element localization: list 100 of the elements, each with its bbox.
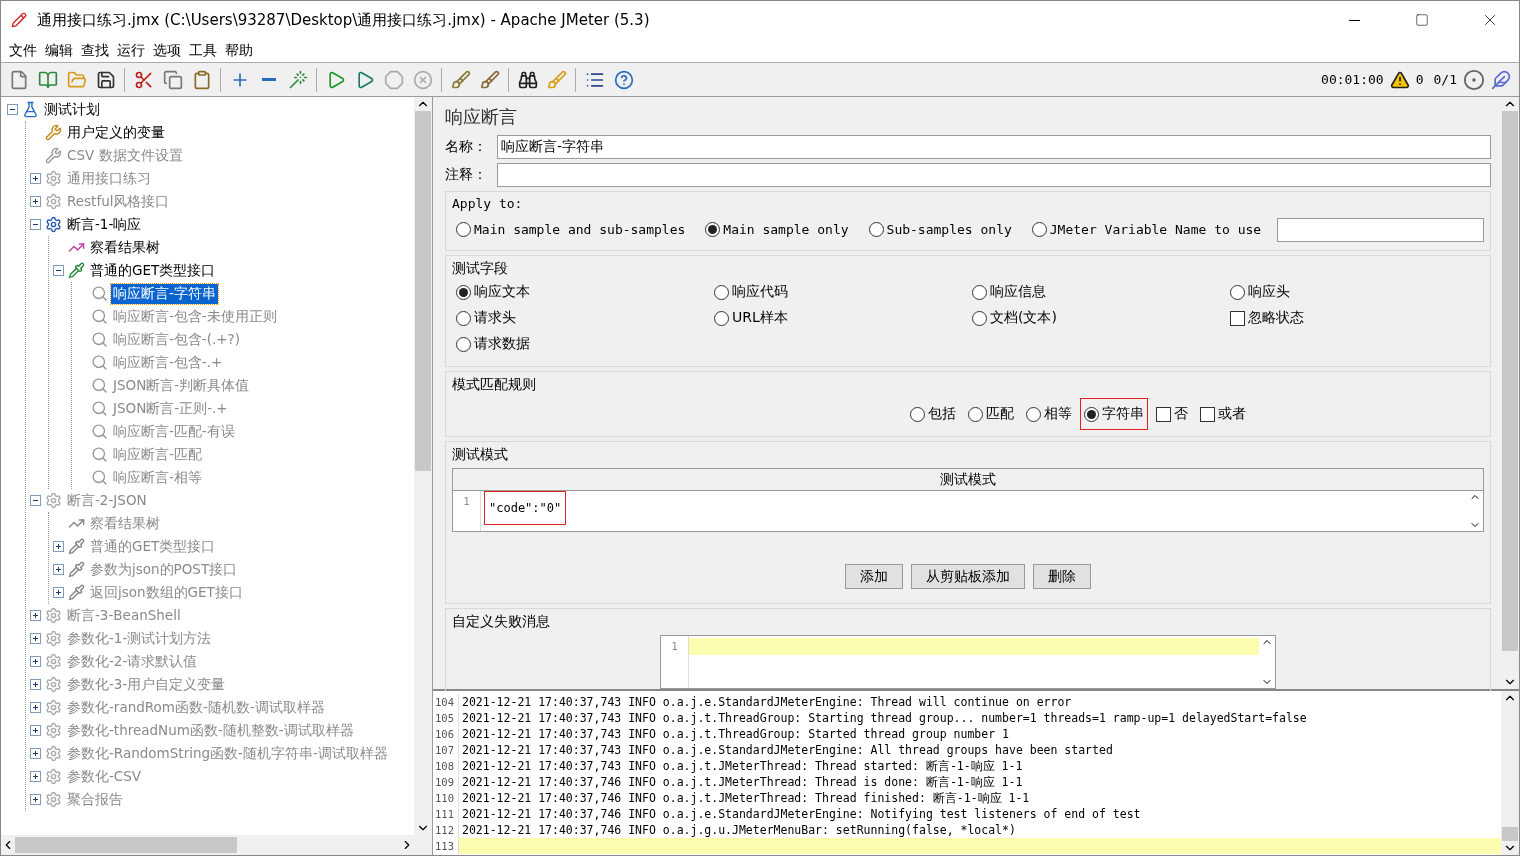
scroll-thumb[interactable] bbox=[1502, 111, 1518, 651]
name-field[interactable]: 响应断言-字符串 bbox=[497, 135, 1491, 159]
radio-button[interactable] bbox=[714, 284, 729, 300]
radio-option[interactable]: 相等 bbox=[1022, 398, 1076, 430]
checkbox[interactable] bbox=[1230, 310, 1245, 326]
radio-option[interactable]: JMeter Variable Name to use bbox=[1027, 215, 1266, 244]
gear-icon bbox=[45, 630, 62, 647]
magnifier-icon bbox=[91, 446, 108, 463]
checkbox-option[interactable]: 否 bbox=[1152, 398, 1192, 430]
checkbox-option[interactable]: 或者 bbox=[1196, 398, 1250, 430]
help-icon bbox=[613, 69, 634, 90]
radio-option[interactable]: 匹配 bbox=[964, 398, 1018, 430]
gear-icon bbox=[45, 791, 62, 808]
menu-item[interactable]: 运行 bbox=[113, 41, 149, 60]
radio-option[interactable]: Sub-samples only bbox=[864, 215, 1016, 244]
radio-button[interactable] bbox=[1031, 222, 1047, 237]
menu-item[interactable]: 工具 bbox=[185, 41, 221, 60]
log-line: 2021-12-21 17:40:37,746 INFO o.a.j.t.JMeterThread: Thread is done: 断言-1-响应 1-1 bbox=[461, 774, 1023, 790]
vertical-scrollbar[interactable] bbox=[1501, 691, 1519, 855]
action-button[interactable]: 删除 bbox=[1033, 564, 1091, 589]
radio-button[interactable] bbox=[456, 284, 471, 300]
gear-icon bbox=[45, 492, 62, 509]
variable-name-field[interactable] bbox=[1277, 217, 1484, 242]
tree-item[interactable]: 察看结果树 bbox=[88, 237, 162, 258]
column-header: 测试模式 bbox=[453, 469, 1483, 491]
line-number: 1 bbox=[463, 495, 470, 509]
search-icon bbox=[517, 69, 538, 90]
line-number: 104 bbox=[433, 694, 459, 710]
tree-item[interactable]: 用户定义的变量 bbox=[65, 122, 167, 143]
menu-item[interactable]: 选项 bbox=[149, 41, 185, 60]
radio-button[interactable] bbox=[868, 222, 884, 237]
field-label: 名称： bbox=[445, 138, 488, 156]
checkbox[interactable] bbox=[1200, 406, 1215, 422]
cut-icon bbox=[133, 69, 154, 90]
gear-icon bbox=[45, 607, 62, 624]
shutdown-icon bbox=[412, 69, 433, 90]
window-title: 通用接口练习.jmx (C:\Users\93287\Desktop\通用接口练习.jmx) - Apache JMeter (5.3) bbox=[37, 10, 651, 30]
log-line: 2021-12-21 17:40:37,743 INFO o.a.j.t.ThreadGroup: Started thread group number 1 bbox=[461, 726, 1009, 742]
line-number: 111 bbox=[433, 806, 459, 822]
field-label: 注释： bbox=[445, 166, 488, 184]
radio-button[interactable] bbox=[456, 336, 471, 352]
action-button[interactable]: 添加 bbox=[845, 564, 903, 589]
radio-option[interactable]: Main sample only bbox=[701, 215, 853, 244]
elapsed-timer: 00:01:00 bbox=[1321, 72, 1384, 87]
checkbox[interactable] bbox=[1156, 406, 1171, 422]
radio-option[interactable]: 字符串 bbox=[1080, 398, 1148, 430]
menu-item[interactable]: 查找 bbox=[77, 41, 113, 60]
line-number: 112 bbox=[433, 822, 459, 838]
line-number: 110 bbox=[433, 790, 459, 806]
clear-icon bbox=[450, 69, 471, 90]
radio-option[interactable]: 包括 bbox=[906, 398, 960, 430]
radio-button[interactable] bbox=[1230, 284, 1245, 300]
menu-item[interactable]: 编辑 bbox=[41, 41, 77, 60]
tree-item[interactable]: 断言-1-响应 bbox=[65, 214, 144, 235]
scroll-thumb[interactable] bbox=[415, 111, 431, 471]
flask-icon bbox=[22, 101, 39, 118]
vertical-scrollbar[interactable] bbox=[414, 97, 432, 835]
magnifier-icon bbox=[91, 354, 108, 371]
tree-item[interactable]: 测试计划 bbox=[42, 99, 102, 120]
gear-icon bbox=[45, 676, 62, 693]
scroll-thumb[interactable] bbox=[1502, 827, 1518, 841]
menu-item[interactable]: 帮助 bbox=[221, 41, 257, 60]
action-button[interactable]: 从剪贴板添加 bbox=[911, 564, 1025, 589]
radio-button[interactable] bbox=[456, 222, 471, 237]
radio-button[interactable] bbox=[968, 406, 983, 422]
collapse-toggle[interactable] bbox=[29, 219, 41, 230]
toggle-icon bbox=[287, 69, 308, 90]
radio-button[interactable] bbox=[705, 222, 721, 237]
radio-button[interactable] bbox=[972, 310, 987, 326]
log-line: 2021-12-21 17:40:37,743 INFO o.a.j.t.JMeterThread: Thread started: 断言-1-响应 1-1 bbox=[461, 758, 1023, 774]
gear-icon bbox=[45, 216, 62, 233]
menu-item[interactable]: 文件 bbox=[5, 41, 41, 60]
open-folder-icon bbox=[66, 69, 87, 90]
tree-item[interactable]: 普通的GET类型接口 bbox=[88, 260, 218, 281]
comment-field[interactable] bbox=[497, 163, 1491, 187]
line-number: 109 bbox=[433, 774, 459, 790]
radio-button[interactable] bbox=[910, 406, 925, 422]
collapse-toggle[interactable] bbox=[52, 265, 64, 276]
radio-button[interactable] bbox=[456, 310, 471, 326]
radio-option[interactable]: Main sample and sub-samples bbox=[452, 215, 690, 244]
log-line: 2021-12-21 17:40:37,746 INFO o.a.j.e.StandardJMeterEngine: Notifying test listeners of end of test bbox=[461, 806, 1141, 822]
radio-button[interactable] bbox=[1084, 406, 1099, 422]
pattern-text[interactable]: "code":"0" bbox=[484, 491, 567, 525]
line-number: 106 bbox=[433, 726, 459, 742]
log-line: 2021-12-21 17:40:37,743 INFO o.a.j.t.ThreadGroup: Starting thread group... number=1 threads=1 ramp-up=1 delayedStart=false bbox=[461, 710, 1307, 726]
gear-icon bbox=[45, 699, 62, 716]
radio-button[interactable] bbox=[1026, 406, 1041, 422]
pipette-icon bbox=[68, 538, 85, 555]
scroll-thumb[interactable] bbox=[15, 837, 237, 853]
panel-heading: 响应断言 bbox=[445, 105, 518, 129]
group-title: 测试字段 bbox=[452, 260, 509, 278]
feather-icon bbox=[1491, 69, 1511, 90]
radio-button[interactable] bbox=[714, 310, 729, 326]
horizontal-scrollbar[interactable] bbox=[1, 835, 432, 855]
wrench-icon bbox=[45, 147, 62, 164]
radio-button[interactable] bbox=[972, 284, 987, 300]
warning-count: 0 bbox=[1415, 72, 1424, 87]
collapse-toggle[interactable] bbox=[6, 104, 18, 115]
tree-item[interactable]: 响应断言-字符串 bbox=[111, 283, 218, 304]
clear-all-icon bbox=[479, 69, 500, 90]
